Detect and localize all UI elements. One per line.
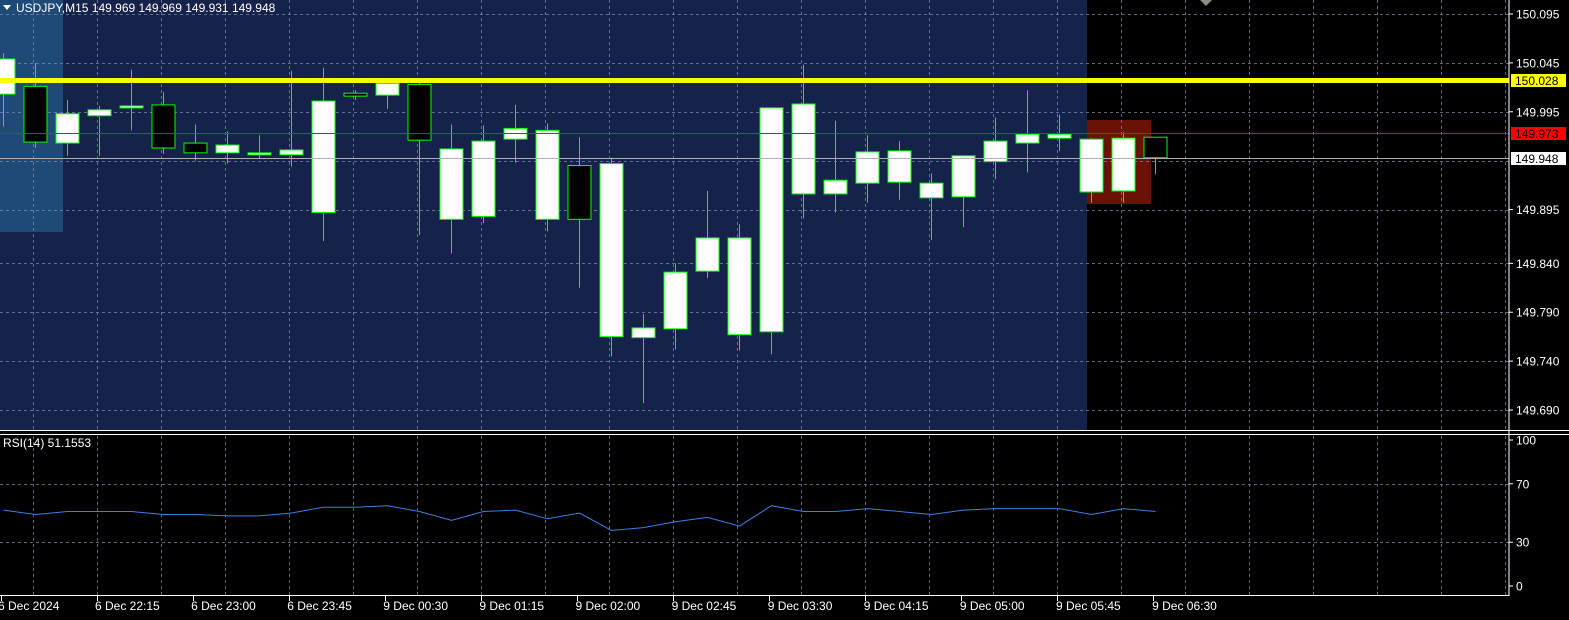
red-level-value: 149.973 bbox=[1515, 127, 1559, 141]
yellow-level-value: 150.028 bbox=[1515, 74, 1559, 88]
candle[interactable] bbox=[599, 157, 624, 357]
time-tick-label: 9 Dec 04:15 bbox=[864, 599, 929, 613]
candle-body bbox=[951, 155, 976, 198]
rsi-tick-label: 30 bbox=[1516, 536, 1530, 550]
candle-body bbox=[1143, 136, 1168, 159]
candle-body bbox=[471, 140, 496, 217]
candle-body bbox=[215, 144, 240, 154]
price-tick-label: 150.045 bbox=[1516, 56, 1560, 70]
price-tick-label: 149.895 bbox=[1516, 203, 1560, 217]
candle-body bbox=[1079, 138, 1104, 193]
bid-level-label: 149.948 bbox=[1511, 152, 1566, 166]
candle-body bbox=[439, 148, 464, 220]
candle[interactable] bbox=[759, 107, 784, 355]
candle-body bbox=[791, 103, 816, 195]
price-tick-label: 149.995 bbox=[1516, 105, 1560, 119]
price-tick-label: 149.690 bbox=[1516, 404, 1560, 418]
candle-body bbox=[343, 92, 368, 97]
red-level-label: 149.973 bbox=[1511, 127, 1566, 141]
price-tick-label: 149.790 bbox=[1516, 306, 1560, 320]
candle[interactable] bbox=[535, 123, 560, 232]
candle-body bbox=[87, 109, 112, 117]
candle-body bbox=[1111, 137, 1136, 192]
price-tick-label: 149.840 bbox=[1516, 257, 1560, 271]
time-tick-label: 9 Dec 05:45 bbox=[1056, 599, 1121, 613]
yellow-level-label: 150.028 bbox=[1511, 74, 1566, 88]
rsi-tick-label: 70 bbox=[1516, 477, 1530, 491]
candle-body bbox=[151, 104, 176, 149]
candle-body bbox=[279, 149, 304, 156]
candle-body bbox=[663, 271, 688, 330]
candle-body bbox=[599, 163, 624, 338]
symbol-info: USDJPY,M15 149.969 149.969 149.931 149.9… bbox=[16, 1, 276, 15]
candle-body bbox=[887, 150, 912, 183]
price-axis: 150.095 150.045 149.995 149.895 149.840 149.7… bbox=[1509, 8, 1560, 418]
rsi-tick-label: 100 bbox=[1516, 434, 1536, 448]
candle-body bbox=[919, 182, 944, 199]
time-tick-label: 9 Dec 05:00 bbox=[960, 599, 1025, 613]
candle-body bbox=[823, 179, 848, 195]
candle-body bbox=[695, 237, 720, 272]
time-tick-label: 9 Dec 06:30 bbox=[1152, 599, 1217, 613]
time-tick-label: 9 Dec 03:30 bbox=[768, 599, 833, 613]
price-tick-label: 150.095 bbox=[1516, 8, 1560, 22]
candle-body bbox=[759, 107, 784, 333]
candle-body bbox=[247, 152, 272, 156]
time-tick-label: 6 Dec 23:45 bbox=[287, 599, 352, 613]
time-tick-label: 9 Dec 00:30 bbox=[383, 599, 448, 613]
time-tick-label: 9 Dec 02:45 bbox=[672, 599, 737, 613]
time-tick-label: 9 Dec 01:15 bbox=[479, 599, 544, 613]
candle-body bbox=[311, 100, 336, 213]
time-tick-label: 6 Dec 23:00 bbox=[191, 599, 256, 613]
candle-body bbox=[855, 151, 880, 184]
candle[interactable] bbox=[727, 224, 752, 351]
candle-body bbox=[55, 113, 80, 144]
candle-body bbox=[1047, 133, 1072, 139]
candle-body bbox=[0, 58, 16, 95]
candle-body bbox=[375, 82, 400, 96]
price-tick-label: 149.740 bbox=[1516, 355, 1560, 369]
candle-body bbox=[119, 105, 144, 109]
rsi-tick-label: 0 bbox=[1516, 580, 1523, 594]
candle-body bbox=[727, 237, 752, 336]
time-tick-label: 6 Dec 2024 bbox=[0, 599, 60, 613]
candle-body bbox=[183, 142, 208, 154]
bid-level-value: 149.948 bbox=[1515, 152, 1559, 166]
candle-body bbox=[407, 83, 432, 141]
time-tick-label: 9 Dec 02:00 bbox=[576, 599, 641, 613]
time-tick-label: 6 Dec 22:15 bbox=[95, 599, 160, 613]
price-chart[interactable]: 150.095 150.045 149.995 149.895 149.840 149.7… bbox=[0, 0, 1569, 620]
candle-body bbox=[535, 129, 560, 220]
candle-body bbox=[567, 165, 592, 220]
candle-body bbox=[631, 327, 656, 339]
rsi-info: RSI(14) 51.1553 bbox=[3, 436, 91, 450]
candle-body bbox=[1015, 133, 1040, 144]
